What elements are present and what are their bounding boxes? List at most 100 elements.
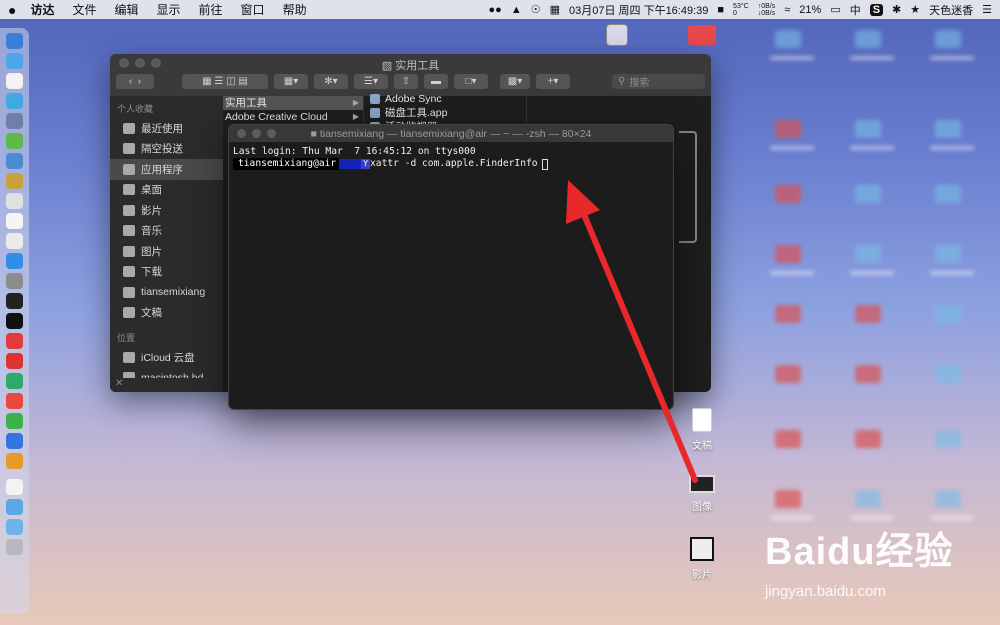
temperature-readout[interactable]: 53°C 0 bbox=[733, 3, 749, 17]
launchpad-icon[interactable] bbox=[6, 113, 23, 129]
calendar-icon[interactable]: ▦ bbox=[550, 3, 560, 16]
textedit-icon[interactable] bbox=[6, 213, 23, 229]
sidebar-item-icloud[interactable]: iCloud 云盘 bbox=[110, 347, 223, 368]
tools-icon[interactable] bbox=[6, 453, 23, 469]
downloads-folder-icon[interactable] bbox=[6, 499, 23, 515]
list-item[interactable]: 实用工具 ▶ bbox=[223, 96, 363, 110]
desktop-folder-icon[interactable] bbox=[688, 25, 716, 45]
sidebar-item-pictures[interactable]: 图片 bbox=[110, 241, 223, 262]
desktop-item-movie[interactable]: 影片 bbox=[672, 537, 732, 581]
arrange-button[interactable]: ☰▾ bbox=[354, 74, 388, 89]
finder-search-field[interactable]: ⚲ 搜索 bbox=[612, 74, 705, 89]
finder-toolbar: ‹ › ▦ ☰ ◫ ▤ ▦▾ ✻▾ ☰▾ ⇧ ▬ □▾ ▩▾ +▾ ⚲ 搜索 bbox=[116, 73, 705, 90]
back-forward-buttons[interactable]: ‹ › bbox=[116, 74, 154, 89]
preview-icon[interactable] bbox=[6, 153, 23, 169]
terminal-minimize-button[interactable] bbox=[252, 129, 261, 138]
sidebar-item-downloads[interactable]: 下载 bbox=[110, 262, 223, 283]
desktop-item-image[interactable]: 图像 bbox=[672, 475, 732, 513]
sidebar-item-movies[interactable]: 影片 bbox=[110, 200, 223, 221]
sidebar-item-home[interactable]: tiansemixiang bbox=[110, 282, 223, 303]
desktop-item-label: 影片 bbox=[692, 570, 712, 581]
system-preferences-icon[interactable] bbox=[6, 273, 23, 289]
terminal-dock-icon[interactable] bbox=[6, 313, 23, 329]
trash-icon[interactable] bbox=[6, 539, 23, 555]
bluetooth-icon[interactable]: ✱ bbox=[892, 3, 901, 16]
desktop-app-icon[interactable] bbox=[606, 24, 628, 46]
list-item[interactable]: 磁盘工具.app bbox=[364, 106, 526, 120]
photos-icon[interactable] bbox=[6, 193, 23, 209]
activity-monitor-icon[interactable] bbox=[6, 293, 23, 309]
list-item[interactable]: Adobe Sync bbox=[364, 92, 526, 106]
cloud-icon[interactable]: ●● bbox=[489, 4, 502, 16]
network-down: ↓0B/s bbox=[757, 9, 776, 17]
baidu-netdisk-icon[interactable] bbox=[6, 433, 23, 449]
menu-window[interactable]: 窗口 bbox=[241, 1, 265, 18]
app-store-icon[interactable] bbox=[6, 253, 23, 269]
last-login-line: Last login: Thu Mar 7 16:45:12 on ttys00… bbox=[233, 146, 476, 157]
sidebar-item-music[interactable]: 音乐 bbox=[110, 221, 223, 242]
clock-label[interactable]: 03月07日 周四 下午16:49:39 bbox=[569, 2, 708, 18]
menu-extras-icon[interactable]: ☰ bbox=[982, 3, 992, 16]
group-button[interactable]: ▦▾ bbox=[274, 74, 308, 89]
vivaldi-icon[interactable] bbox=[6, 333, 23, 349]
star-icon[interactable]: ★ bbox=[910, 3, 920, 16]
folder-icon[interactable] bbox=[6, 519, 23, 535]
finder-sidebar: 个人收藏 最近使用 隔空投送 应用程序 桌面 影片 音乐 图片 下载 tians… bbox=[110, 96, 223, 392]
desktop-item-documents[interactable]: 文稿 bbox=[672, 408, 732, 452]
view-mode-buttons[interactable]: ▦ ☰ ◫ ▤ bbox=[182, 74, 268, 89]
sidebar-item-airdrop[interactable]: 隔空投送 bbox=[110, 139, 223, 160]
menu-view[interactable]: 显示 bbox=[157, 1, 181, 18]
wechat-icon[interactable] bbox=[6, 413, 23, 429]
menu-edit[interactable]: 编辑 bbox=[115, 1, 139, 18]
terminal-close-button[interactable] bbox=[237, 129, 246, 138]
list-item[interactable]: Adobe Creative Cloud ▶ bbox=[223, 110, 363, 124]
globe-icon[interactable]: ☉ bbox=[531, 3, 541, 16]
chat-icon[interactable]: ▲ bbox=[511, 4, 522, 16]
note-icon[interactable]: ■ bbox=[717, 4, 724, 16]
wifi-icon[interactable]: ≈ bbox=[784, 4, 790, 16]
finder-bottom-bar: ✕ bbox=[110, 378, 223, 392]
user-name[interactable]: 天色迷香 bbox=[929, 2, 973, 18]
favorites-header: 个人收藏 bbox=[117, 104, 154, 114]
network-readout[interactable]: ↑0B/s ↓0B/s bbox=[758, 3, 776, 17]
calendar-app-icon[interactable] bbox=[6, 73, 23, 89]
preview-pane bbox=[679, 131, 697, 243]
preview-toggle-button[interactable]: ▩▾ bbox=[500, 74, 530, 89]
notes-icon[interactable] bbox=[6, 173, 23, 189]
netease-music-icon[interactable] bbox=[6, 353, 23, 369]
text-cursor bbox=[541, 158, 548, 170]
apple-menu-icon[interactable]: ● bbox=[8, 2, 16, 18]
battery-icon[interactable]: ▭ bbox=[830, 3, 840, 16]
menu-finder[interactable]: 访达 bbox=[30, 1, 54, 18]
android-icon[interactable] bbox=[6, 133, 23, 149]
maps-icon[interactable] bbox=[6, 93, 23, 109]
terminal-zoom-button[interactable] bbox=[267, 129, 276, 138]
menu-file[interactable]: 文件 bbox=[72, 1, 96, 18]
menu-help[interactable]: 帮助 bbox=[283, 1, 307, 18]
action-gear-button[interactable]: ✻▾ bbox=[314, 74, 348, 89]
sidebar-item-recents[interactable]: 最近使用 bbox=[110, 118, 223, 139]
green-app-icon[interactable] bbox=[6, 373, 23, 389]
safari-icon[interactable] bbox=[6, 53, 23, 69]
close-sidebar-icon[interactable]: ✕ bbox=[115, 378, 123, 389]
sidebar-item-desktop[interactable]: 桌面 bbox=[110, 180, 223, 201]
list-item-label: Adobe Sync bbox=[385, 93, 442, 105]
chevron-right-icon: ▶ bbox=[352, 98, 359, 107]
cloud-icon bbox=[123, 351, 135, 363]
tag-icon[interactable]: ▬ bbox=[424, 74, 448, 89]
terminal-output[interactable]: Last login: Thu Mar 7 16:45:12 on ttys00… bbox=[229, 142, 673, 174]
document-icon[interactable] bbox=[6, 233, 23, 249]
add-button[interactable]: +▾ bbox=[536, 74, 570, 89]
sidebar-item-applications[interactable]: 应用程序 bbox=[110, 159, 223, 180]
sidebar-item-documents[interactable]: 文稿 bbox=[110, 303, 223, 324]
yandex-icon[interactable] bbox=[6, 393, 23, 409]
input-method[interactable]: 中 bbox=[850, 2, 861, 18]
battery-percent[interactable]: 21% bbox=[799, 4, 821, 16]
s-app-icon[interactable]: S bbox=[869, 3, 884, 16]
file-icon[interactable] bbox=[6, 479, 23, 495]
file-action-button[interactable]: □▾ bbox=[454, 74, 488, 89]
sidebar-item-label: 影片 bbox=[141, 204, 162, 217]
menu-go[interactable]: 前往 bbox=[199, 1, 223, 18]
finder-icon[interactable] bbox=[6, 33, 23, 49]
share-icon[interactable]: ⇧ bbox=[394, 74, 418, 89]
